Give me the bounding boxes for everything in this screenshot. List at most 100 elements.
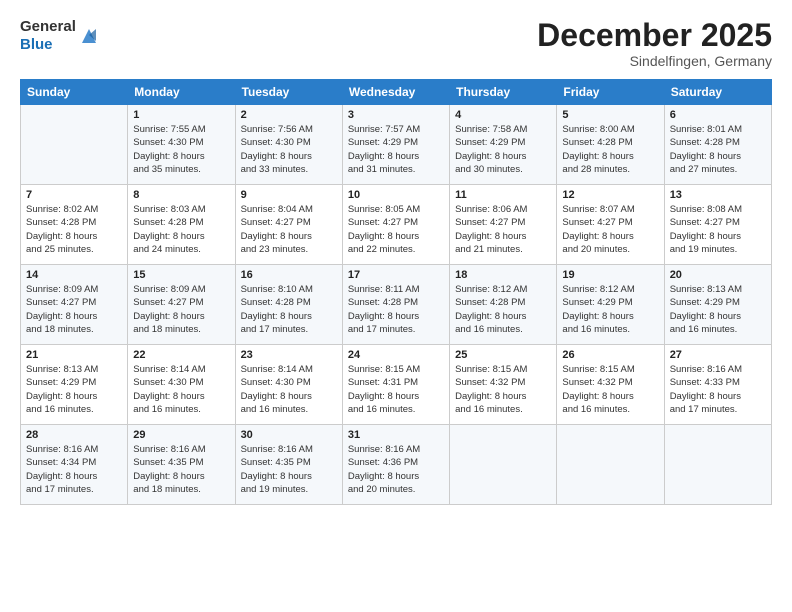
calendar-cell: 9 Sunrise: 8:04 AM Sunset: 4:27 PM Daylig… xyxy=(235,185,342,265)
day-number: 4 xyxy=(455,109,551,121)
calendar-cell: 4 Sunrise: 7:58 AM Sunset: 4:29 PM Daylig… xyxy=(450,105,557,185)
day-info: Sunrise: 8:05 AM Sunset: 4:27 PM Dayligh… xyxy=(348,203,444,256)
calendar-header-row: SundayMondayTuesdayWednesdayThursdayFrid… xyxy=(21,80,772,105)
day-number: 6 xyxy=(670,109,766,121)
day-number: 7 xyxy=(26,189,122,201)
day-info: Sunrise: 8:07 AM Sunset: 4:27 PM Dayligh… xyxy=(562,203,658,256)
weekday-header: Sunday xyxy=(21,80,128,105)
title-block: December 2025 Sindelfingen, Germany xyxy=(537,18,772,69)
day-info: Sunrise: 8:00 AM Sunset: 4:28 PM Dayligh… xyxy=(562,123,658,176)
day-info: Sunrise: 8:12 AM Sunset: 4:29 PM Dayligh… xyxy=(562,283,658,336)
calendar-cell xyxy=(450,425,557,505)
calendar-cell: 21 Sunrise: 8:13 AM Sunset: 4:29 PM Dayli… xyxy=(21,345,128,425)
calendar-cell: 20 Sunrise: 8:13 AM Sunset: 4:29 PM Dayli… xyxy=(664,265,771,345)
calendar-cell: 6 Sunrise: 8:01 AM Sunset: 4:28 PM Daylig… xyxy=(664,105,771,185)
calendar-week-row: 28 Sunrise: 8:16 AM Sunset: 4:34 PM Dayli… xyxy=(21,425,772,505)
day-number: 9 xyxy=(241,189,337,201)
day-info: Sunrise: 8:11 AM Sunset: 4:28 PM Dayligh… xyxy=(348,283,444,336)
calendar-week-row: 21 Sunrise: 8:13 AM Sunset: 4:29 PM Dayli… xyxy=(21,345,772,425)
day-info: Sunrise: 8:15 AM Sunset: 4:31 PM Dayligh… xyxy=(348,363,444,416)
calendar-cell: 18Sunrise: 8:12 AM Sunset: 4:28 PM Dayli… xyxy=(450,265,557,345)
weekday-header: Saturday xyxy=(664,80,771,105)
day-number: 12 xyxy=(562,189,658,201)
day-number: 30 xyxy=(241,429,337,441)
calendar-week-row: 7 Sunrise: 8:02 AM Sunset: 4:28 PM Daylig… xyxy=(21,185,772,265)
day-info: Sunrise: 8:13 AM Sunset: 4:29 PM Dayligh… xyxy=(670,283,766,336)
day-number: 27 xyxy=(670,349,766,361)
calendar-cell: 29 Sunrise: 8:16 AM Sunset: 4:35 PM Dayli… xyxy=(128,425,235,505)
day-info: Sunrise: 8:16 AM Sunset: 4:33 PM Dayligh… xyxy=(670,363,766,416)
day-info: Sunrise: 8:02 AM Sunset: 4:28 PM Dayligh… xyxy=(26,203,122,256)
day-number: 28 xyxy=(26,429,122,441)
day-info: Sunrise: 8:10 AM Sunset: 4:28 PM Dayligh… xyxy=(241,283,337,336)
calendar-cell: 14 Sunrise: 8:09 AM Sunset: 4:27 PM Dayli… xyxy=(21,265,128,345)
calendar-cell: 11Sunrise: 8:06 AM Sunset: 4:27 PM Dayli… xyxy=(450,185,557,265)
day-info: Sunrise: 8:04 AM Sunset: 4:27 PM Dayligh… xyxy=(241,203,337,256)
day-number: 26 xyxy=(562,349,658,361)
day-info: Sunrise: 8:09 AM Sunset: 4:27 PM Dayligh… xyxy=(133,283,229,336)
calendar-cell: 31 Sunrise: 8:16 AM Sunset: 4:36 PM Dayli… xyxy=(342,425,449,505)
day-number: 14 xyxy=(26,269,122,281)
day-info: Sunrise: 8:16 AM Sunset: 4:35 PM Dayligh… xyxy=(133,443,229,496)
day-info: Sunrise: 8:16 AM Sunset: 4:36 PM Dayligh… xyxy=(348,443,444,496)
day-info: Sunrise: 8:16 AM Sunset: 4:34 PM Dayligh… xyxy=(26,443,122,496)
logo: General Blue xyxy=(20,18,100,54)
day-number: 13 xyxy=(670,189,766,201)
calendar-cell: 28 Sunrise: 8:16 AM Sunset: 4:34 PM Dayli… xyxy=(21,425,128,505)
day-number: 5 xyxy=(562,109,658,121)
day-number: 18 xyxy=(455,269,551,281)
day-info: Sunrise: 8:14 AM Sunset: 4:30 PM Dayligh… xyxy=(133,363,229,416)
day-number: 17 xyxy=(348,269,444,281)
calendar-cell: 19 Sunrise: 8:12 AM Sunset: 4:29 PM Dayli… xyxy=(557,265,664,345)
calendar-cell: 5 Sunrise: 8:00 AM Sunset: 4:28 PM Daylig… xyxy=(557,105,664,185)
day-number: 25 xyxy=(455,349,551,361)
day-info: Sunrise: 7:58 AM Sunset: 4:29 PM Dayligh… xyxy=(455,123,551,176)
day-info: Sunrise: 8:01 AM Sunset: 4:28 PM Dayligh… xyxy=(670,123,766,176)
calendar-cell xyxy=(21,105,128,185)
day-number: 1 xyxy=(133,109,229,121)
calendar-cell: 17 Sunrise: 8:11 AM Sunset: 4:28 PM Dayli… xyxy=(342,265,449,345)
calendar-week-row: 14 Sunrise: 8:09 AM Sunset: 4:27 PM Dayli… xyxy=(21,265,772,345)
logo-icon xyxy=(78,25,100,47)
header: General Blue December 2025 Sindelfingen,… xyxy=(20,18,772,69)
weekday-header: Tuesday xyxy=(235,80,342,105)
calendar-cell: 30Sunrise: 8:16 AM Sunset: 4:35 PM Dayli… xyxy=(235,425,342,505)
day-info: Sunrise: 8:03 AM Sunset: 4:28 PM Dayligh… xyxy=(133,203,229,256)
day-number: 8 xyxy=(133,189,229,201)
day-number: 10 xyxy=(348,189,444,201)
calendar-cell xyxy=(664,425,771,505)
day-number: 15 xyxy=(133,269,229,281)
day-info: Sunrise: 7:57 AM Sunset: 4:29 PM Dayligh… xyxy=(348,123,444,176)
day-info: Sunrise: 7:56 AM Sunset: 4:30 PM Dayligh… xyxy=(241,123,337,176)
day-number: 20 xyxy=(670,269,766,281)
weekday-header: Thursday xyxy=(450,80,557,105)
calendar-cell: 22 Sunrise: 8:14 AM Sunset: 4:30 PM Dayli… xyxy=(128,345,235,425)
day-number: 11 xyxy=(455,189,551,201)
calendar-table: SundayMondayTuesdayWednesdayThursdayFrid… xyxy=(20,79,772,505)
day-number: 22 xyxy=(133,349,229,361)
day-number: 21 xyxy=(26,349,122,361)
day-number: 23 xyxy=(241,349,337,361)
day-number: 29 xyxy=(133,429,229,441)
weekday-header: Monday xyxy=(128,80,235,105)
calendar-cell: 1 Sunrise: 7:55 AM Sunset: 4:30 PM Daylig… xyxy=(128,105,235,185)
calendar-cell: 23Sunrise: 8:14 AM Sunset: 4:30 PM Dayli… xyxy=(235,345,342,425)
day-info: Sunrise: 8:09 AM Sunset: 4:27 PM Dayligh… xyxy=(26,283,122,336)
day-info: Sunrise: 7:55 AM Sunset: 4:30 PM Dayligh… xyxy=(133,123,229,176)
calendar-cell: 10 Sunrise: 8:05 AM Sunset: 4:27 PM Dayli… xyxy=(342,185,449,265)
calendar-page: General Blue December 2025 Sindelfingen,… xyxy=(0,0,792,612)
day-number: 2 xyxy=(241,109,337,121)
calendar-week-row: 1 Sunrise: 7:55 AM Sunset: 4:30 PM Daylig… xyxy=(21,105,772,185)
day-number: 19 xyxy=(562,269,658,281)
calendar-cell: 8 Sunrise: 8:03 AM Sunset: 4:28 PM Daylig… xyxy=(128,185,235,265)
day-info: Sunrise: 8:08 AM Sunset: 4:27 PM Dayligh… xyxy=(670,203,766,256)
weekday-header: Wednesday xyxy=(342,80,449,105)
month-title: December 2025 xyxy=(537,18,772,53)
day-number: 31 xyxy=(348,429,444,441)
calendar-cell: 13 Sunrise: 8:08 AM Sunset: 4:27 PM Dayli… xyxy=(664,185,771,265)
day-info: Sunrise: 8:15 AM Sunset: 4:32 PM Dayligh… xyxy=(562,363,658,416)
location: Sindelfingen, Germany xyxy=(537,53,772,69)
calendar-cell: 3Sunrise: 7:57 AM Sunset: 4:29 PM Daylig… xyxy=(342,105,449,185)
day-info: Sunrise: 8:13 AM Sunset: 4:29 PM Dayligh… xyxy=(26,363,122,416)
calendar-cell: 7 Sunrise: 8:02 AM Sunset: 4:28 PM Daylig… xyxy=(21,185,128,265)
